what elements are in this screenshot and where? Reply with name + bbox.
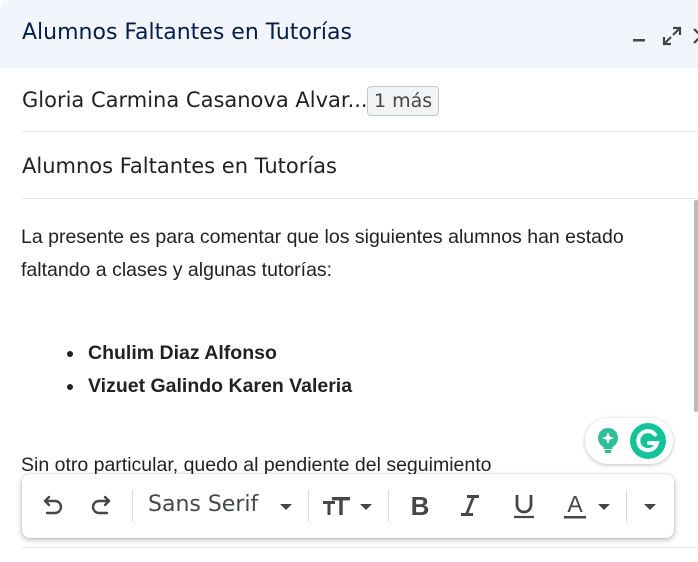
- italic-icon[interactable]: [456, 492, 484, 520]
- minimize-icon[interactable]: [630, 26, 650, 46]
- redo-icon[interactable]: [88, 492, 116, 520]
- undo-icon[interactable]: [38, 492, 66, 520]
- student-list: Chulim Diaz Alfonso Vizuet Galindo Karen…: [62, 337, 352, 403]
- subject-text[interactable]: Alumnos Faltantes en Tutorías: [22, 154, 337, 178]
- more-recipients-chip[interactable]: 1 más: [367, 86, 440, 116]
- font-family-select[interactable]: Sans Serif: [148, 492, 258, 517]
- body-scrollbar[interactable]: [694, 200, 698, 412]
- list-item: Chulim Diaz Alfonso: [62, 337, 352, 370]
- toolbar-divider: [132, 490, 133, 522]
- body-paragraph: La presente es para comentar que los sig…: [21, 226, 624, 281]
- toolbar-divider: [308, 490, 309, 522]
- text-color-icon[interactable]: A: [562, 491, 618, 520]
- grammarly-widget[interactable]: [585, 418, 673, 464]
- toolbar-divider: [388, 490, 389, 522]
- font-dropdown-icon[interactable]: [278, 492, 294, 520]
- recipient-name[interactable]: Gloria Carmina Casanova Alvar...: [22, 88, 368, 112]
- compose-bottom-divider: [22, 547, 698, 548]
- text-size-icon[interactable]: [322, 492, 378, 520]
- svg-text:A: A: [567, 492, 583, 517]
- grammarly-icon[interactable]: [629, 422, 667, 460]
- expand-icon[interactable]: [662, 26, 682, 46]
- svg-text:B: B: [411, 492, 430, 520]
- recipients-field[interactable]: Gloria Carmina Casanova Alvar... 1 más: [22, 68, 698, 132]
- formatting-toolbar: Sans Serif B A: [22, 474, 674, 538]
- list-item: Vizuet Galindo Karen Valeria: [62, 370, 352, 403]
- underline-icon[interactable]: [510, 492, 538, 520]
- toolbar-divider: [626, 490, 627, 522]
- compose-header: Alumnos Faltantes en Tutorías: [0, 0, 698, 68]
- more-options-icon[interactable]: [642, 492, 658, 520]
- compose-title: Alumnos Faltantes en Tutorías: [22, 20, 352, 45]
- bold-icon[interactable]: B: [406, 491, 434, 521]
- close-icon[interactable]: [691, 26, 698, 46]
- subject-field[interactable]: Alumnos Faltantes en Tutorías: [22, 133, 698, 199]
- lightbulb-icon[interactable]: [593, 426, 623, 456]
